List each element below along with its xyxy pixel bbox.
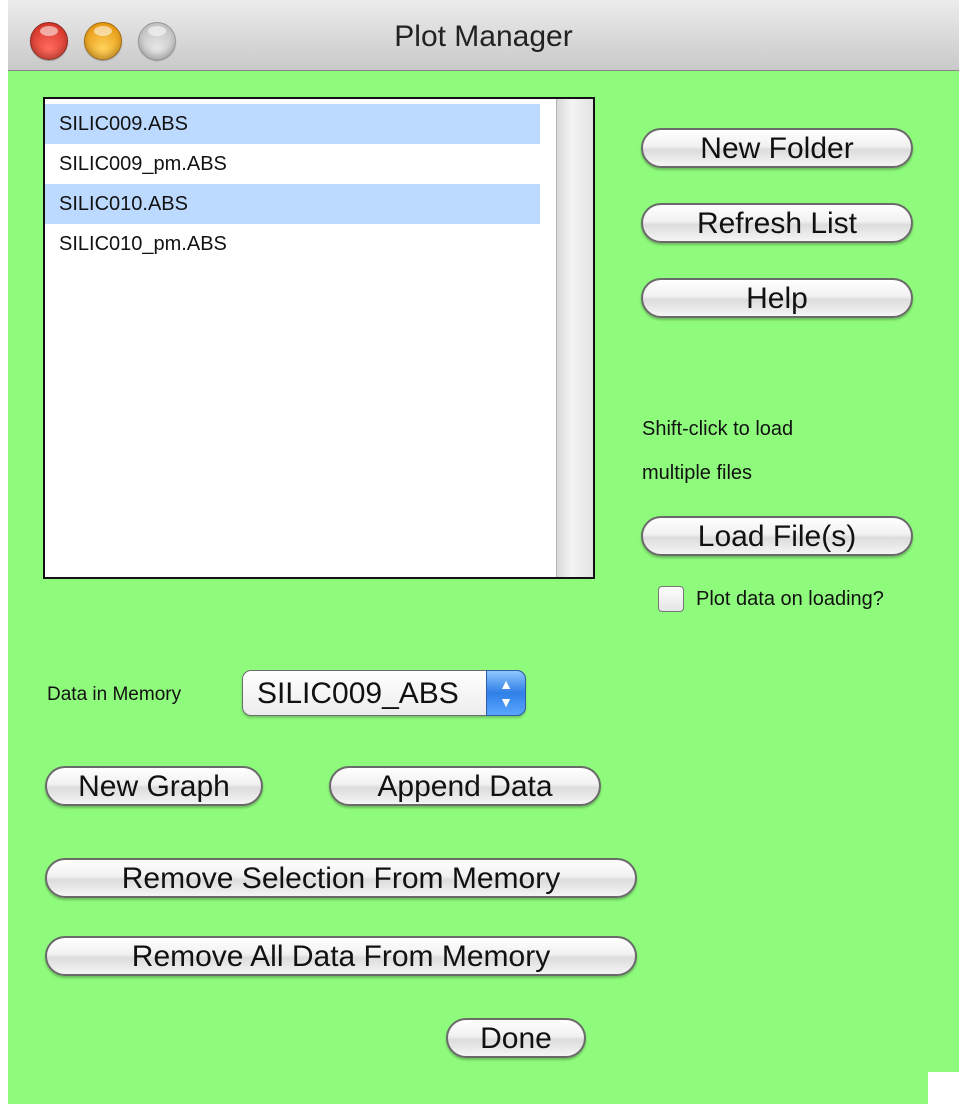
data-in-memory-select[interactable]: SILIC009_ABS ▲ ▼: [242, 670, 526, 716]
done-button[interactable]: Done: [446, 1018, 586, 1058]
file-list-item[interactable]: SILIC010.ABS: [45, 184, 540, 224]
data-in-memory-value: SILIC009_ABS: [257, 677, 459, 710]
shift-click-hint-line2: multiple files: [642, 462, 753, 484]
file-list[interactable]: SILIC009.ABS SILIC009_pm.ABS SILIC010.AB…: [43, 97, 595, 579]
new-graph-button[interactable]: New Graph: [45, 766, 263, 806]
remove-selection-button[interactable]: Remove Selection From Memory: [45, 858, 637, 898]
title-bar[interactable]: Plot Manager: [8, 0, 959, 71]
file-list-item[interactable]: SILIC009_pm.ABS: [45, 144, 540, 184]
window-title: Plot Manager: [394, 20, 573, 53]
new-folder-button[interactable]: New Folder: [641, 128, 913, 168]
help-button[interactable]: Help: [641, 278, 913, 318]
append-data-button[interactable]: Append Data: [329, 766, 601, 806]
refresh-list-button[interactable]: Refresh List: [641, 203, 913, 243]
shift-click-hint-line1: Shift-click to load: [642, 418, 794, 440]
plot-on-loading-label: Plot data on loading?: [696, 588, 884, 610]
file-list-item[interactable]: SILIC009.ABS: [45, 104, 540, 144]
plot-manager-window: Plot Manager SILIC009.ABS SILIC009_pm.AB…: [8, 0, 959, 1104]
screenshot-corner: [928, 1072, 959, 1104]
load-files-button[interactable]: Load File(s): [641, 516, 913, 556]
file-list-item[interactable]: SILIC010_pm.ABS: [45, 224, 540, 264]
file-list-scrollbar[interactable]: [556, 99, 593, 577]
plot-on-loading-checkbox[interactable]: [658, 586, 684, 612]
up-down-arrows-icon: ▲ ▼: [486, 670, 526, 716]
data-in-memory-label: Data in Memory: [47, 684, 182, 705]
remove-all-button[interactable]: Remove All Data From Memory: [45, 936, 637, 976]
